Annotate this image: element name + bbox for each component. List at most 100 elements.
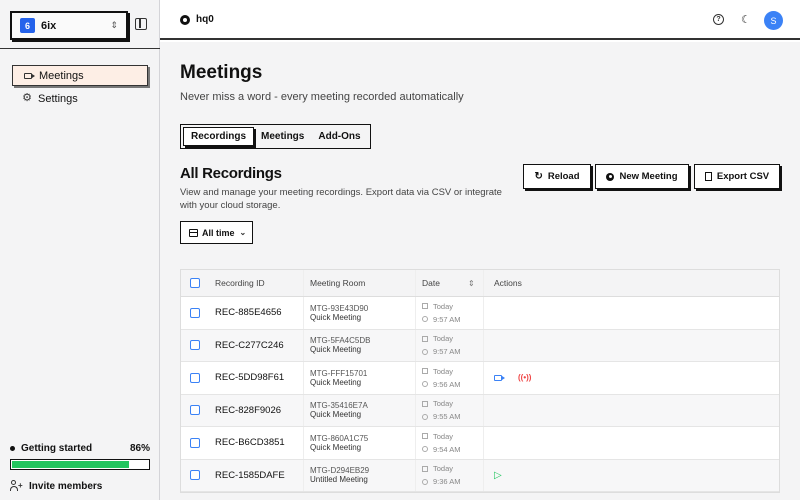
export-csv-label: Export CSV	[716, 171, 770, 182]
calendar-icon	[422, 465, 428, 472]
recording-id: REC-828F9026	[209, 394, 304, 426]
chevron-down-icon: ⌄	[239, 228, 247, 237]
room-type: Quick Meeting	[310, 312, 362, 322]
sidebar: 6 6ix ⇕ Meetings ⚙ Settings Getting star…	[0, 0, 160, 500]
clock-icon	[422, 413, 428, 420]
reload-button[interactable]: ↻ Reload	[523, 164, 591, 189]
calendar-icon	[422, 335, 428, 342]
recording-id: REC-1585DAFE	[209, 459, 304, 491]
new-meeting-button[interactable]: New Meeting	[595, 164, 689, 189]
invite-members-button[interactable]: + Invite members	[10, 480, 102, 492]
date-day: Today	[433, 301, 454, 311]
table-row[interactable]: REC-1585DAFE MTG-D294EB29 Untitled Meetin…	[181, 459, 779, 492]
calendar-icon	[189, 228, 198, 237]
table-row[interactable]: REC-885E4656 MTG-93E43D90 Quick Meeting T…	[181, 297, 779, 330]
video-icon	[23, 71, 35, 81]
sidebar-item-label: Meetings	[39, 69, 84, 82]
header-date[interactable]: Date ⇕	[416, 270, 484, 296]
header-recording-id: Recording ID	[209, 270, 304, 296]
room-id: MTG-93E43D90	[310, 303, 369, 313]
date-day: Today	[433, 366, 454, 376]
sort-icon[interactable]: ⇕	[468, 279, 475, 288]
sidebar-item-meetings[interactable]: Meetings	[12, 65, 148, 86]
tab-add-ons[interactable]: Add-Ons	[311, 127, 367, 146]
sidebar-item-settings[interactable]: ⚙ Settings	[12, 88, 148, 109]
page-subtitle: Never miss a word - every meeting record…	[180, 91, 464, 103]
sidebar-toggle-icon[interactable]	[135, 18, 147, 30]
progress-fill	[12, 461, 129, 468]
date-time: 9:54 AM	[433, 444, 461, 454]
file-icon	[704, 172, 712, 181]
export-csv-button[interactable]: Export CSV	[694, 164, 780, 189]
live-broadcast-icon[interactable]: ((•))	[518, 373, 531, 382]
row-checkbox[interactable]	[190, 437, 200, 448]
row-actions: ▷	[484, 470, 779, 481]
refresh-icon: ↻	[534, 170, 543, 182]
room-type: Quick Meeting	[310, 345, 362, 355]
getting-started-label: Getting started	[21, 443, 93, 454]
date-time: 9:57 AM	[433, 314, 461, 324]
table-row[interactable]: REC-828F9026 MTG-35416E7A Quick Meeting T…	[181, 394, 779, 427]
date-time: 9:57 AM	[433, 347, 461, 357]
clock-icon	[422, 478, 428, 485]
new-meeting-label: New Meeting	[619, 171, 678, 182]
room-id: MTG-35416E7A	[310, 401, 368, 411]
moon-icon[interactable]: ☾	[741, 13, 751, 26]
table-row[interactable]: REC-C277C246 MTG-5FA4C5DB Quick Meeting T…	[181, 329, 779, 362]
date-day: Today	[433, 464, 454, 474]
calendar-icon	[422, 400, 428, 407]
room-id: MTG-FFF15701	[310, 368, 368, 378]
brand[interactable]: hq0	[180, 14, 214, 25]
table-row[interactable]: REC-5DD98F61 MTG-FFF15701 Quick Meeting T…	[181, 362, 779, 395]
video-icon[interactable]	[494, 374, 505, 381]
brand-logo-icon	[180, 14, 190, 25]
select-all-checkbox[interactable]	[190, 278, 200, 288]
room-id: MTG-D294EB29	[310, 466, 370, 476]
record-icon	[606, 172, 615, 181]
clock-icon	[422, 348, 428, 355]
clock-icon	[422, 316, 428, 323]
row-checkbox[interactable]	[190, 372, 200, 383]
calendar-icon	[422, 368, 428, 375]
tab-recordings[interactable]: Recordings	[183, 127, 255, 146]
row-checkbox[interactable]	[190, 307, 200, 318]
room-id: MTG-860A1C75	[310, 433, 369, 443]
row-checkbox[interactable]	[190, 340, 200, 351]
workspace-avatar: 6	[20, 18, 35, 33]
calendar-icon	[422, 303, 428, 310]
header-date-label: Date	[422, 278, 440, 288]
tab-bar: Recordings Meetings Add-Ons	[180, 124, 371, 149]
sidebar-divider	[0, 48, 160, 49]
row-checkbox[interactable]	[190, 470, 200, 481]
row-checkbox[interactable]	[190, 405, 200, 416]
recordings-table: Recording ID Meeting Room Date ⇕ Actions…	[180, 269, 780, 493]
help-icon[interactable]: ?	[713, 14, 724, 25]
table-row[interactable]: REC-B6CD3851 MTG-860A1C75 Quick Meeting T…	[181, 427, 779, 460]
date-time: 9:36 AM	[433, 477, 461, 487]
room-type: Quick Meeting	[310, 442, 362, 452]
section-title: All Recordings	[180, 165, 282, 182]
header-meeting-room: Meeting Room	[304, 270, 416, 296]
table-header: Recording ID Meeting Room Date ⇕ Actions	[181, 270, 779, 297]
room-type: Quick Meeting	[310, 377, 362, 387]
date-filter-dropdown[interactable]: All time ⌄	[180, 221, 253, 244]
topbar: hq0 ? ☾ S	[160, 0, 800, 40]
getting-started-percent: 86%	[129, 443, 150, 454]
main-content: Meetings Never miss a word - every meeti…	[160, 42, 800, 500]
play-icon[interactable]: ▷	[494, 470, 502, 481]
reload-label: Reload	[547, 171, 580, 182]
row-actions: ((•))	[484, 373, 779, 382]
avatar[interactable]: S	[764, 11, 783, 30]
date-day: Today	[433, 431, 454, 441]
getting-started[interactable]: Getting started 86%	[10, 443, 150, 454]
recording-id: REC-885E4656	[209, 297, 304, 329]
tab-meetings[interactable]: Meetings	[254, 127, 311, 146]
workspace-switcher[interactable]: 6 6ix ⇕	[10, 11, 128, 40]
workspace-name: 6ix	[41, 19, 57, 32]
room-id: MTG-5FA4C5DB	[310, 336, 371, 346]
date-filter-label: All time	[202, 227, 235, 238]
date-day: Today	[433, 399, 454, 409]
clock-icon	[422, 446, 428, 453]
date-time: 9:55 AM	[433, 412, 461, 422]
invite-members-label: Invite members	[29, 480, 103, 492]
